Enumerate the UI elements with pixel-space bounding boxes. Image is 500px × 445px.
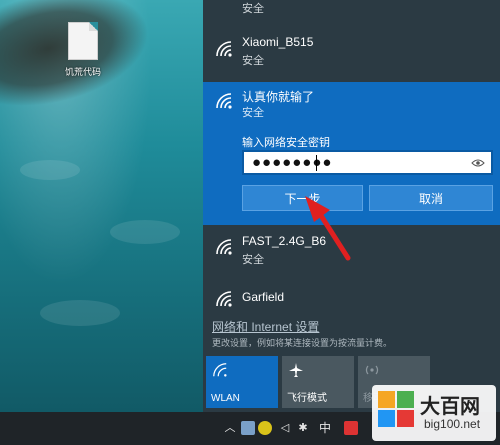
app-tray-icon[interactable] — [258, 421, 272, 435]
network-status: 安全 — [242, 55, 264, 67]
volume-icon[interactable]: ◁ — [278, 421, 292, 435]
app-tray-icon[interactable] — [344, 421, 358, 435]
network-name: FAST_2.4G_B6 — [242, 234, 327, 248]
network-status: 安全 — [242, 107, 264, 119]
wlan-toggle[interactable]: WLAN — [206, 356, 278, 408]
wallpaper-light — [110, 220, 180, 244]
desktop-background: 饥荒代码 — [0, 0, 203, 412]
password-value: ●●●●●●●● — [252, 154, 333, 171]
airplane-icon — [289, 363, 303, 377]
ime-indicator[interactable]: 中 — [318, 421, 332, 435]
chevron-up-icon[interactable]: ︿ — [223, 421, 237, 435]
text-caret — [316, 155, 317, 171]
network-name: Garfield — [242, 290, 285, 304]
wlan-label: WLAN — [211, 393, 240, 404]
file-icon — [68, 22, 98, 60]
network-item-partial[interactable]: 安全 — [203, 0, 500, 18]
app-tray-icon[interactable] — [241, 421, 255, 435]
network-item-selected[interactable]: 认真你就输了 安全 输入网络安全密钥 ●●●●●●●● 下一步 取消 — [203, 82, 500, 225]
wifi-icon — [216, 239, 232, 255]
wifi-icon — [213, 363, 227, 377]
network-item-xiaomi[interactable]: Xiaomi_B515 安全 — [203, 30, 500, 78]
security-key-label: 输入网络安全密钥 — [242, 137, 330, 149]
wifi-icon — [216, 41, 232, 57]
desktop-file[interactable]: 饥荒代码 — [58, 22, 108, 78]
desktop-file-label: 饥荒代码 — [64, 67, 101, 77]
network-name: Xiaomi_B515 — [242, 35, 314, 49]
wallpaper-light — [20, 160, 80, 180]
network-tray-icon[interactable]: ✱ — [296, 421, 310, 435]
network-flyout: 安全 Xiaomi_B515 安全 认真你就输了 安全 输入网络安全密钥 ●●●… — [203, 0, 500, 412]
airplane-label: 飞行模式 — [287, 393, 327, 404]
watermark-title: 大百网 — [420, 396, 480, 418]
network-settings-link[interactable]: 网络和 Internet 设置 — [212, 318, 319, 335]
watermark-url: big100.net — [424, 417, 481, 431]
network-item-fast[interactable]: FAST_2.4G_B6 安全 — [203, 228, 500, 274]
hotspot-icon — [365, 365, 379, 375]
cancel-button[interactable]: 取消 — [369, 185, 493, 211]
wifi-icon — [216, 93, 232, 109]
airplane-mode-toggle[interactable]: 飞行模式 — [282, 356, 354, 408]
network-name: 认真你就输了 — [242, 90, 315, 104]
network-settings-description: 更改设置，例如将某连接设置为按流量计费。 — [212, 338, 393, 348]
next-button[interactable]: 下一步 — [242, 185, 363, 211]
eye-icon[interactable] — [471, 158, 485, 168]
wallpaper-light — [40, 300, 120, 326]
network-item-garfield[interactable]: Garfield — [203, 284, 500, 312]
network-status: 安全 — [242, 3, 264, 15]
password-field[interactable]: ●●●●●●●● — [242, 150, 493, 175]
watermark: 大百网 big100.net — [372, 385, 496, 441]
network-status: 安全 — [242, 254, 264, 266]
wifi-icon — [216, 291, 232, 307]
watermark-logo-icon — [378, 391, 414, 427]
